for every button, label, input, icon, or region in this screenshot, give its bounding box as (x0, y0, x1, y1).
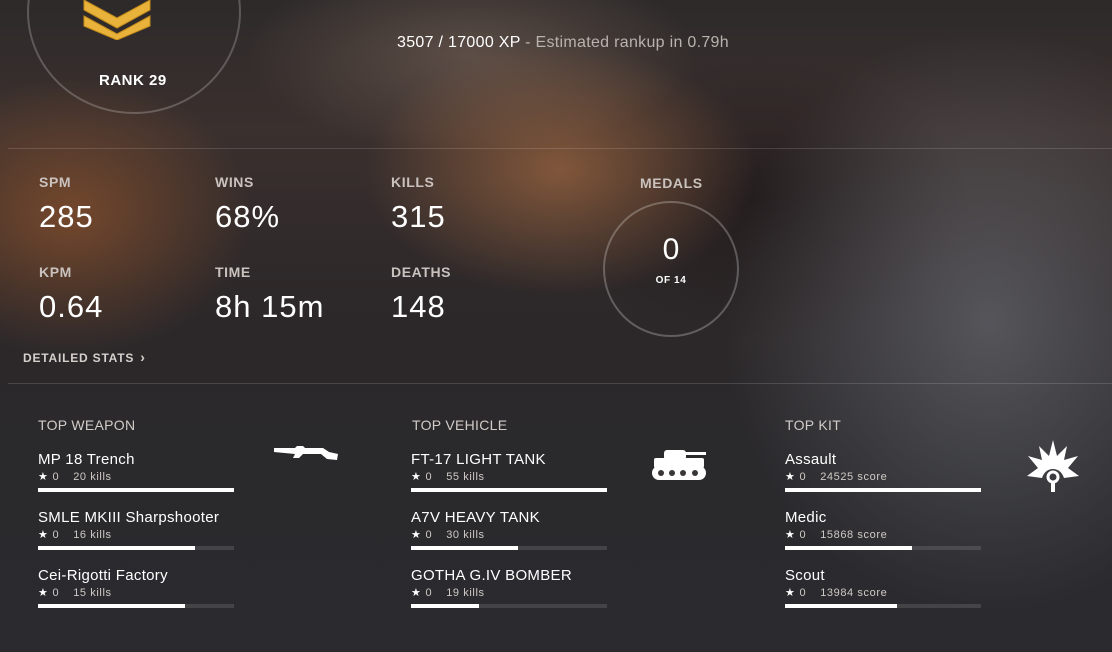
star-icon: ★ (38, 471, 49, 483)
item-stat: 13984 score (820, 587, 888, 599)
item-stats: ★ 0 24525 score (785, 470, 887, 483)
wins-value: 68% (215, 199, 281, 234)
item-name: Assault (785, 451, 837, 468)
kpm-value: 0.64 (39, 289, 104, 324)
item-stars: 0 (425, 587, 433, 599)
item-stats: ★ 0 55 kills (411, 470, 485, 483)
kills-label: KILLS (391, 174, 435, 190)
item-stars: 0 (425, 529, 433, 541)
progress-bar (411, 488, 607, 492)
rank-insignia-icon (83, 0, 151, 40)
spm-label: SPM (39, 174, 72, 190)
time-value: 8h 15m (215, 289, 325, 324)
item-stars: 0 (52, 471, 60, 483)
star-icon: ★ (38, 529, 49, 541)
progress-bar (785, 488, 981, 492)
tank-icon (652, 450, 706, 480)
progress-fill (411, 488, 607, 492)
xp-value: 3507 / 17000 XP (397, 34, 521, 51)
item-stat: 15868 score (820, 529, 888, 541)
item-stat: 16 kills (73, 529, 112, 541)
progress-fill (38, 604, 185, 608)
time-label: TIME (215, 264, 251, 280)
star-icon: ★ (785, 471, 796, 483)
item-stars: 0 (52, 587, 60, 599)
xp-rankup-estimate: - Estimated rankup in 0.79h (520, 34, 729, 51)
kpm-label: KPM (39, 264, 72, 280)
top-vehicle-title: TOP VEHICLE (412, 417, 508, 433)
item-stars: 0 (799, 471, 807, 483)
item-stats: ★ 0 20 kills (38, 470, 112, 483)
item-name: MP 18 Trench (38, 451, 135, 468)
progress-bar (411, 546, 607, 550)
progress-bar (38, 604, 234, 608)
wins-label: WINS (215, 174, 254, 190)
divider (8, 148, 1112, 149)
progress-fill (785, 604, 897, 608)
kills-value: 315 (391, 199, 446, 234)
item-stats: ★ 0 16 kills (38, 528, 112, 541)
progress-fill (411, 604, 479, 608)
medals-count: 0 (662, 233, 680, 266)
item-stars: 0 (799, 587, 807, 599)
star-icon: ★ (411, 529, 422, 541)
deaths-label: DEATHS (391, 264, 452, 280)
star-icon: ★ (785, 587, 796, 599)
item-stars: 0 (52, 529, 60, 541)
medals-ring[interactable] (603, 201, 739, 337)
chevron-right-icon: › (140, 349, 146, 365)
item-stat: 30 kills (446, 529, 485, 541)
spm-value: 285 (39, 199, 94, 234)
progress-bar (785, 546, 981, 550)
item-stars: 0 (425, 471, 433, 483)
rank-label: RANK 29 (99, 72, 167, 89)
item-stat: 20 kills (73, 471, 112, 483)
progress-fill (411, 546, 518, 550)
item-stat: 24525 score (820, 471, 888, 483)
item-stats: ★ 0 15 kills (38, 586, 112, 599)
item-stat: 19 kills (446, 587, 485, 599)
star-icon: ★ (411, 471, 422, 483)
xp-progress-text: 3507 / 17000 XP - Estimated rankup in 0.… (397, 34, 729, 52)
item-stat: 15 kills (73, 587, 112, 599)
item-name: Cei-Rigotti Factory (38, 567, 168, 584)
detailed-stats-link[interactable]: DETAILED STATS › (23, 349, 146, 365)
star-icon: ★ (785, 529, 796, 541)
medals-title: MEDALS (640, 175, 703, 191)
item-name: FT-17 LIGHT TANK (411, 451, 546, 468)
item-stats: ★ 0 30 kills (411, 528, 485, 541)
progress-bar (411, 604, 607, 608)
item-name: A7V HEAVY TANK (411, 509, 540, 526)
rifle-icon (274, 446, 338, 460)
progress-fill (785, 488, 981, 492)
progress-bar (38, 546, 234, 550)
item-stats: ★ 0 13984 score (785, 586, 887, 599)
item-stat: 55 kills (446, 471, 485, 483)
item-stars: 0 (799, 529, 807, 541)
progress-fill (38, 546, 195, 550)
top-weapon-title: TOP WEAPON (38, 417, 136, 433)
detailed-stats-label: DETAILED STATS (23, 351, 135, 365)
top-kit-title: TOP KIT (785, 417, 842, 433)
item-stats: ★ 0 19 kills (411, 586, 485, 599)
star-icon: ★ (38, 587, 49, 599)
item-name: SMLE MKIII Sharpshooter (38, 509, 220, 526)
assault-kit-icon (1027, 440, 1079, 492)
item-name: GOTHA G.IV BOMBER (411, 567, 572, 584)
star-icon: ★ (411, 587, 422, 599)
progress-fill (785, 546, 912, 550)
deaths-value: 148 (391, 289, 446, 324)
divider (8, 383, 1112, 384)
progress-bar (38, 488, 234, 492)
progress-fill (38, 488, 234, 492)
medals-total: OF 14 (655, 275, 687, 286)
item-name: Medic (785, 509, 827, 526)
item-name: Scout (785, 567, 825, 584)
progress-bar (785, 604, 981, 608)
item-stats: ★ 0 15868 score (785, 528, 887, 541)
